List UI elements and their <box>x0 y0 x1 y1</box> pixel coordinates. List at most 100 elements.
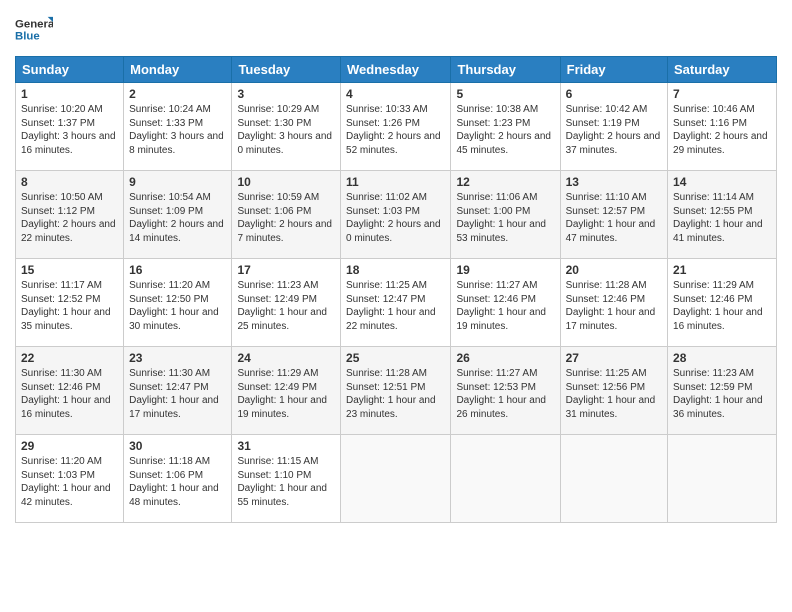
calendar-cell: 24 Sunrise: 11:29 AMSunset: 12:49 PMDayl… <box>232 347 341 435</box>
svg-text:Blue: Blue <box>15 31 40 43</box>
calendar-cell: 31 Sunrise: 11:15 AMSunset: 1:10 PMDayli… <box>232 435 341 523</box>
day-number: 8 <box>21 175 118 189</box>
day-number: 3 <box>237 87 335 101</box>
logo-svg: General Blue <box>15 10 53 48</box>
day-number: 7 <box>673 87 771 101</box>
day-info: Sunrise: 11:30 AMSunset: 12:47 PMDayligh… <box>129 368 219 420</box>
day-number: 30 <box>129 439 226 453</box>
day-number: 2 <box>129 87 226 101</box>
calendar-cell: 26 Sunrise: 11:27 AMSunset: 12:53 PMDayl… <box>451 347 560 435</box>
calendar-cell: 5 Sunrise: 10:38 AMSunset: 1:23 PMDaylig… <box>451 83 560 171</box>
day-info: Sunrise: 10:59 AMSunset: 1:06 PMDaylight… <box>237 192 332 244</box>
calendar-cell: 6 Sunrise: 10:42 AMSunset: 1:19 PMDaylig… <box>560 83 667 171</box>
calendar-cell <box>668 435 777 523</box>
day-number: 10 <box>237 175 335 189</box>
day-number: 4 <box>346 87 445 101</box>
calendar-week-4: 22 Sunrise: 11:30 AMSunset: 12:46 PMDayl… <box>16 347 777 435</box>
calendar-cell <box>341 435 451 523</box>
day-number: 11 <box>346 175 445 189</box>
calendar-cell: 8 Sunrise: 10:50 AMSunset: 1:12 PMDaylig… <box>16 171 124 259</box>
day-info: Sunrise: 11:23 AMSunset: 12:49 PMDayligh… <box>237 280 327 332</box>
calendar-cell: 20 Sunrise: 11:28 AMSunset: 12:46 PMDayl… <box>560 259 667 347</box>
day-number: 27 <box>566 351 662 365</box>
day-info: Sunrise: 11:25 AMSunset: 12:56 PMDayligh… <box>566 368 656 420</box>
calendar-week-2: 8 Sunrise: 10:50 AMSunset: 1:12 PMDaylig… <box>16 171 777 259</box>
day-info: Sunrise: 11:17 AMSunset: 12:52 PMDayligh… <box>21 280 111 332</box>
calendar-cell: 30 Sunrise: 11:18 AMSunset: 1:06 PMDayli… <box>124 435 232 523</box>
day-info: Sunrise: 11:28 AMSunset: 12:51 PMDayligh… <box>346 368 436 420</box>
day-info: Sunrise: 11:20 AMSunset: 1:03 PMDaylight… <box>21 456 111 508</box>
calendar-cell: 2 Sunrise: 10:24 AMSunset: 1:33 PMDaylig… <box>124 83 232 171</box>
day-number: 23 <box>129 351 226 365</box>
calendar-cell: 16 Sunrise: 11:20 AMSunset: 12:50 PMDayl… <box>124 259 232 347</box>
day-number: 19 <box>456 263 554 277</box>
logo: General Blue <box>15 10 53 48</box>
calendar-week-5: 29 Sunrise: 11:20 AMSunset: 1:03 PMDayli… <box>16 435 777 523</box>
day-info: Sunrise: 11:18 AMSunset: 1:06 PMDaylight… <box>129 456 219 508</box>
day-number: 22 <box>21 351 118 365</box>
header-sunday: Sunday <box>16 57 124 83</box>
day-info: Sunrise: 10:29 AMSunset: 1:30 PMDaylight… <box>237 104 332 156</box>
day-info: Sunrise: 10:24 AMSunset: 1:33 PMDaylight… <box>129 104 224 156</box>
calendar-cell: 10 Sunrise: 10:59 AMSunset: 1:06 PMDayli… <box>232 171 341 259</box>
day-number: 12 <box>456 175 554 189</box>
day-number: 17 <box>237 263 335 277</box>
header-friday: Friday <box>560 57 667 83</box>
day-info: Sunrise: 11:14 AMSunset: 12:55 PMDayligh… <box>673 192 763 244</box>
day-info: Sunrise: 10:38 AMSunset: 1:23 PMDaylight… <box>456 104 551 156</box>
day-info: Sunrise: 10:20 AMSunset: 1:37 PMDaylight… <box>21 104 116 156</box>
day-number: 20 <box>566 263 662 277</box>
day-number: 5 <box>456 87 554 101</box>
calendar-cell: 29 Sunrise: 11:20 AMSunset: 1:03 PMDayli… <box>16 435 124 523</box>
calendar-cell: 3 Sunrise: 10:29 AMSunset: 1:30 PMDaylig… <box>232 83 341 171</box>
page-header: General Blue <box>15 10 777 48</box>
day-number: 13 <box>566 175 662 189</box>
day-number: 1 <box>21 87 118 101</box>
day-info: Sunrise: 11:29 AMSunset: 12:49 PMDayligh… <box>237 368 327 420</box>
day-number: 25 <box>346 351 445 365</box>
calendar-week-1: 1 Sunrise: 10:20 AMSunset: 1:37 PMDaylig… <box>16 83 777 171</box>
svg-text:General: General <box>15 18 53 30</box>
day-info: Sunrise: 11:10 AMSunset: 12:57 PMDayligh… <box>566 192 656 244</box>
calendar-cell: 4 Sunrise: 10:33 AMSunset: 1:26 PMDaylig… <box>341 83 451 171</box>
header-thursday: Thursday <box>451 57 560 83</box>
calendar-cell <box>560 435 667 523</box>
day-number: 9 <box>129 175 226 189</box>
header-wednesday: Wednesday <box>341 57 451 83</box>
calendar-cell: 12 Sunrise: 11:06 AMSunset: 1:00 PMDayli… <box>451 171 560 259</box>
calendar-cell: 25 Sunrise: 11:28 AMSunset: 12:51 PMDayl… <box>341 347 451 435</box>
day-info: Sunrise: 11:23 AMSunset: 12:59 PMDayligh… <box>673 368 763 420</box>
calendar-cell: 13 Sunrise: 11:10 AMSunset: 12:57 PMDayl… <box>560 171 667 259</box>
calendar-cell: 27 Sunrise: 11:25 AMSunset: 12:56 PMDayl… <box>560 347 667 435</box>
calendar-cell: 23 Sunrise: 11:30 AMSunset: 12:47 PMDayl… <box>124 347 232 435</box>
day-info: Sunrise: 11:27 AMSunset: 12:46 PMDayligh… <box>456 280 546 332</box>
day-info: Sunrise: 10:46 AMSunset: 1:16 PMDaylight… <box>673 104 768 156</box>
header-saturday: Saturday <box>668 57 777 83</box>
day-info: Sunrise: 11:15 AMSunset: 1:10 PMDaylight… <box>237 456 327 508</box>
calendar-cell: 7 Sunrise: 10:46 AMSunset: 1:16 PMDaylig… <box>668 83 777 171</box>
calendar-cell: 11 Sunrise: 11:02 AMSunset: 1:03 PMDayli… <box>341 171 451 259</box>
calendar-header-row: SundayMondayTuesdayWednesdayThursdayFrid… <box>16 57 777 83</box>
day-info: Sunrise: 11:20 AMSunset: 12:50 PMDayligh… <box>129 280 219 332</box>
day-number: 21 <box>673 263 771 277</box>
calendar-cell: 17 Sunrise: 11:23 AMSunset: 12:49 PMDayl… <box>232 259 341 347</box>
calendar-cell <box>451 435 560 523</box>
day-number: 15 <box>21 263 118 277</box>
day-info: Sunrise: 11:27 AMSunset: 12:53 PMDayligh… <box>456 368 546 420</box>
day-number: 16 <box>129 263 226 277</box>
day-number: 31 <box>237 439 335 453</box>
calendar-table: SundayMondayTuesdayWednesdayThursdayFrid… <box>15 56 777 523</box>
day-info: Sunrise: 11:29 AMSunset: 12:46 PMDayligh… <box>673 280 763 332</box>
day-info: Sunrise: 11:28 AMSunset: 12:46 PMDayligh… <box>566 280 656 332</box>
day-number: 28 <box>673 351 771 365</box>
day-info: Sunrise: 10:33 AMSunset: 1:26 PMDaylight… <box>346 104 441 156</box>
calendar-cell: 21 Sunrise: 11:29 AMSunset: 12:46 PMDayl… <box>668 259 777 347</box>
day-number: 26 <box>456 351 554 365</box>
calendar-cell: 18 Sunrise: 11:25 AMSunset: 12:47 PMDayl… <box>341 259 451 347</box>
calendar-week-3: 15 Sunrise: 11:17 AMSunset: 12:52 PMDayl… <box>16 259 777 347</box>
calendar-cell: 1 Sunrise: 10:20 AMSunset: 1:37 PMDaylig… <box>16 83 124 171</box>
header-monday: Monday <box>124 57 232 83</box>
day-number: 24 <box>237 351 335 365</box>
calendar-cell: 28 Sunrise: 11:23 AMSunset: 12:59 PMDayl… <box>668 347 777 435</box>
day-number: 29 <box>21 439 118 453</box>
